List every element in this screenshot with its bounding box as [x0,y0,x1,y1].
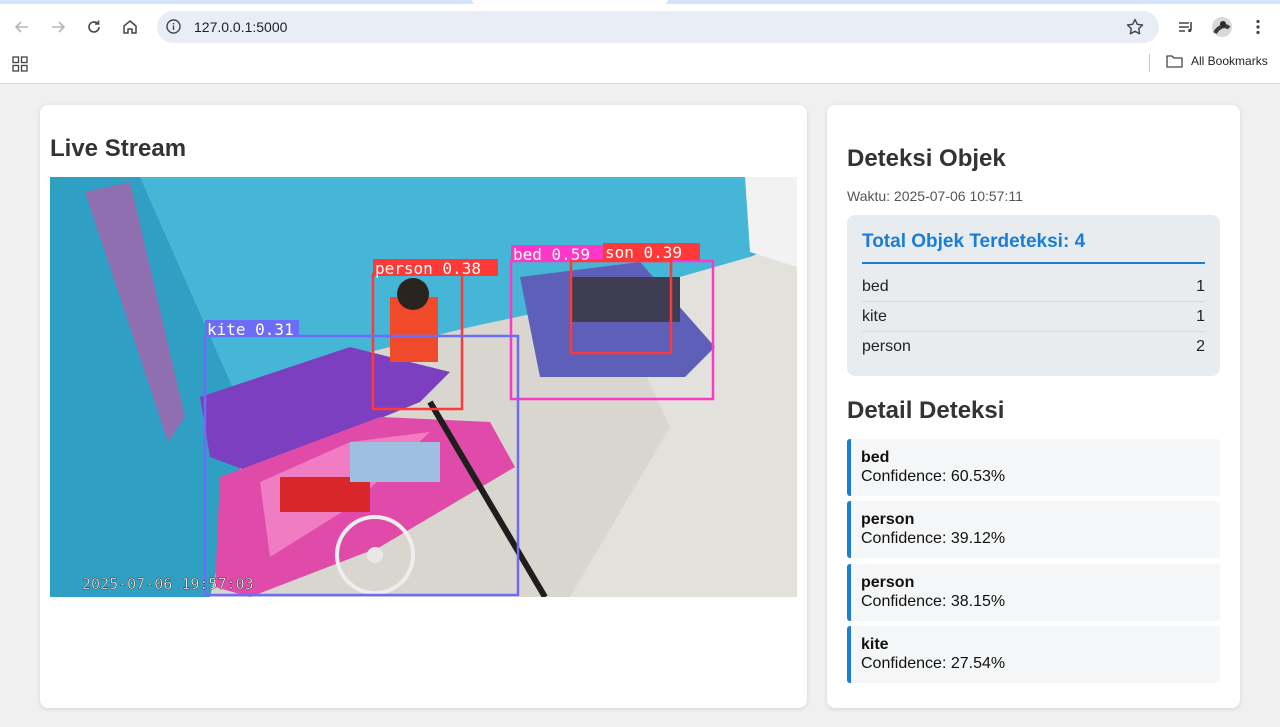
summary-divider [862,262,1205,264]
detail-item: person Confidence: 38.15% [847,564,1220,621]
detail-label: bed [861,449,890,466]
site-info-icon[interactable] [165,18,182,40]
detail-item: person Confidence: 39.12% [847,501,1220,558]
all-bookmarks-button[interactable]: All Bookmarks [1166,54,1268,68]
summary-row: kite 1 [862,303,1205,332]
detection-label-person-2: son 0.39 [605,243,682,262]
detail-title: Detail Deteksi [847,397,1005,424]
browser-chrome: 127.0.0.1:5000 All Bookmarks [0,0,1280,84]
detection-time: Waktu: 2025-07-06 10:57:11 [847,188,1023,204]
url-text[interactable]: 127.0.0.1:5000 [194,19,287,35]
profile-button[interactable] [1208,13,1236,41]
bookmarks-separator [1149,54,1150,72]
detail-confidence: Confidence: 38.15% [861,593,1006,610]
detection-title: Deteksi Objek [847,145,1006,172]
detail-item: kite Confidence: 27.54% [847,626,1220,683]
forward-arrow-icon [52,21,66,33]
summary-name: kite [862,308,887,325]
profile-avatar [1212,17,1232,37]
live-stream-card: Live Stream person 0.38 bed 0.59 son 0.3… [40,105,807,708]
home-button[interactable] [116,13,144,41]
address-bar[interactable]: 127.0.0.1:5000 [157,11,1159,43]
reload-icon [88,20,100,33]
tab-strip [0,0,1280,4]
home-icon [123,20,137,34]
forward-button[interactable] [44,13,72,41]
bookmarks-bar: All Bookmarks [0,48,1280,80]
video-timestamp: 2025-07-06 19:57:03 [82,575,254,593]
summary-panel: Total Objek Terdeteksi: 4 bed 1 kite 1 p… [847,215,1220,376]
detail-label: person [861,574,915,591]
reading-list-icon [1179,22,1192,33]
menu-kebab-icon [1256,19,1260,35]
stream-title: Live Stream [50,135,187,162]
reading-list-button[interactable] [1172,13,1200,41]
detail-item: bed Confidence: 60.53% [847,439,1220,496]
bookmark-star-icon[interactable] [1125,17,1145,42]
detection-label-person-1: person 0.38 [375,259,481,278]
reload-button[interactable] [80,13,108,41]
summary-row: person 2 [862,332,1205,361]
summary-count: 1 [1196,308,1205,325]
summary-name: bed [862,278,889,295]
browser-menu-button[interactable] [1244,13,1272,41]
folder-icon [1166,55,1183,68]
detection-card: Deteksi Objek Waktu: 2025-07-06 10:57:11… [827,105,1240,708]
detail-label: kite [861,636,889,653]
back-arrow-icon [14,21,28,33]
summary-count: 1 [1196,278,1205,295]
detail-confidence: Confidence: 27.54% [861,655,1006,672]
detail-label: person [861,511,915,528]
video-frame: person 0.38 bed 0.59 son 0.39 kite 0.31 … [50,177,797,597]
all-bookmarks-label: All Bookmarks [1191,54,1268,68]
detail-confidence: Confidence: 60.53% [861,468,1006,485]
active-tab[interactable] [472,0,668,4]
summary-count: 2 [1196,337,1205,355]
detail-confidence: Confidence: 39.12% [861,530,1006,547]
detection-label-kite: kite 0.31 [207,320,294,339]
apps-grid-icon[interactable] [12,56,28,77]
back-button[interactable] [8,13,36,41]
summary-row: bed 1 [862,273,1205,302]
summary-title: Total Objek Terdeteksi: 4 [862,231,1086,252]
video-feed[interactable]: person 0.38 bed 0.59 son 0.39 kite 0.31 … [50,177,797,597]
summary-name: person [862,337,911,355]
